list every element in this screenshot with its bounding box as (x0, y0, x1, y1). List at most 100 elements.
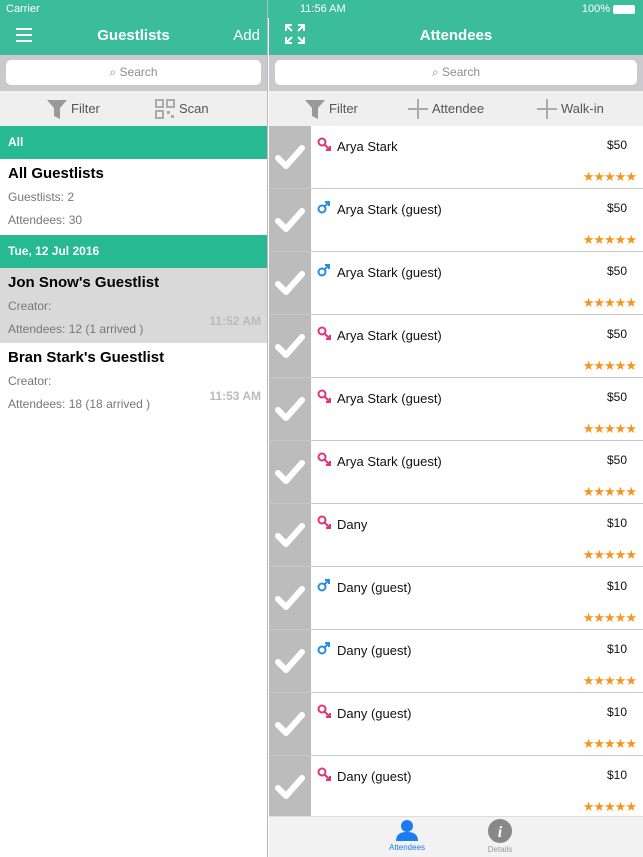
checkmark-icon (275, 712, 305, 736)
rating-stars: ★★★★★ (582, 169, 637, 184)
check-in-toggle[interactable] (269, 693, 311, 755)
female-gender-icon (317, 767, 331, 781)
guestlist-item[interactable]: Bran Stark's Guestlist Creator: Attendee… (0, 343, 267, 418)
attendee-name: Arya Stark (guest) (337, 202, 442, 217)
rating-stars: ★★★★★ (582, 358, 637, 373)
tab-bar: Attendees i Details (269, 816, 643, 857)
attendee-row[interactable]: Arya Stark (guest) $50 ★★★★★ (269, 441, 643, 504)
scan-button[interactable]: Scan (155, 98, 209, 119)
attendee-list: Arya Stark $50 ★★★★★ Arya Stark (guest) … (269, 126, 643, 819)
attendee-name: Dany (guest) (337, 643, 412, 658)
add-button[interactable]: Add (233, 27, 260, 44)
filter-button[interactable]: Filter (47, 99, 100, 119)
attendee-row[interactable]: Dany (guest) $10 ★★★★★ (269, 693, 643, 756)
attendee-row[interactable]: Dany (guest) $10 ★★★★★ (269, 756, 643, 819)
attendee-row[interactable]: Dany (guest) $10 ★★★★★ (269, 567, 643, 630)
attendee-name: Dany (guest) (337, 580, 412, 595)
check-in-toggle[interactable] (269, 126, 311, 188)
attendee-price: $10 (606, 516, 627, 530)
right-toolbar: Filter Attendee Walk-in (269, 91, 643, 126)
rating-stars: ★★★★★ (582, 295, 637, 310)
filter-icon (305, 99, 325, 119)
rating-stars: ★★★★★ (582, 736, 637, 751)
attendee-row[interactable]: Dany $10 ★★★★★ (269, 504, 643, 567)
attendee-row[interactable]: Arya Stark $50 ★★★★★ (269, 126, 643, 189)
female-gender-icon (317, 137, 331, 151)
attendee-price: $10 (606, 579, 627, 593)
attendee-name: Dany (guest) (337, 706, 412, 721)
attendee-price: $10 (606, 768, 627, 782)
search-bar: ⌕ Search (0, 55, 267, 91)
attendee-name: Arya Stark (guest) (337, 454, 442, 469)
checkmark-icon (275, 586, 305, 610)
page-title: Guestlists (97, 27, 170, 44)
check-in-toggle[interactable] (269, 504, 311, 566)
add-attendee-button[interactable]: Attendee (408, 98, 484, 119)
filter-button[interactable]: Filter (305, 99, 358, 119)
section-header: Tue, 12 Jul 2016 (0, 235, 267, 268)
checkmark-icon (275, 460, 305, 484)
check-in-toggle[interactable] (269, 189, 311, 251)
plus-icon (537, 98, 557, 119)
tab-attendees[interactable]: Attendees (389, 819, 425, 852)
checkmark-icon (275, 397, 305, 421)
attendee-price: $50 (606, 264, 627, 278)
rating-stars: ★★★★★ (582, 421, 637, 436)
check-in-toggle[interactable] (269, 252, 311, 314)
check-in-toggle[interactable] (269, 756, 311, 818)
search-input[interactable]: ⌕ Search (6, 60, 261, 85)
check-in-toggle[interactable] (269, 441, 311, 503)
attendee-price: $50 (606, 453, 627, 467)
attendee-price: $50 (606, 327, 627, 341)
page-title: Attendees (419, 27, 493, 44)
guestlist-list: All All Guestlists Guestlists: 2 Attende… (0, 126, 267, 418)
female-gender-icon (317, 704, 331, 718)
plus-icon (408, 98, 428, 119)
male-gender-icon (317, 579, 330, 592)
attendee-row[interactable]: Arya Stark (guest) $50 ★★★★★ (269, 315, 643, 378)
male-gender-icon (317, 264, 330, 277)
checkmark-icon (275, 523, 305, 547)
rating-stars: ★★★★★ (582, 484, 637, 499)
rating-stars: ★★★★★ (582, 610, 637, 625)
attendee-row[interactable]: Arya Stark (guest) $50 ★★★★★ (269, 189, 643, 252)
attendee-price: $50 (606, 138, 627, 152)
timestamp: 11:52 AM (209, 314, 261, 328)
attendees-navbar: Attendees (269, 18, 643, 55)
info-icon: i (488, 819, 512, 843)
guestlist-item-selected[interactable]: Jon Snow's Guestlist Creator: Attendees:… (0, 268, 267, 343)
attendee-name: Arya Stark (guest) (337, 328, 442, 343)
search-bar: ⌕ Search (269, 55, 643, 91)
checkmark-icon (275, 775, 305, 799)
guestlists-panel: Guestlists Add ⌕ Search Filter Scan All … (0, 0, 268, 857)
female-gender-icon (317, 326, 331, 340)
check-in-toggle[interactable] (269, 315, 311, 377)
guestlists-navbar: Guestlists Add (0, 18, 267, 55)
attendee-row[interactable]: Dany (guest) $10 ★★★★★ (269, 630, 643, 693)
walk-in-button[interactable]: Walk-in (537, 98, 604, 119)
check-in-toggle[interactable] (269, 567, 311, 629)
attendee-name: Arya Stark (guest) (337, 391, 442, 406)
attendees-panel: Attendees ⌕ Search Filter Attendee Walk-… (269, 0, 643, 857)
search-input[interactable]: ⌕ Search (275, 60, 637, 85)
tab-details[interactable]: i Details (487, 819, 513, 854)
checkmark-icon (275, 334, 305, 358)
svg-text:i: i (498, 824, 503, 841)
check-in-toggle[interactable] (269, 378, 311, 440)
attendee-price: $50 (606, 201, 627, 215)
attendee-price: $10 (606, 705, 627, 719)
attendee-row[interactable]: Arya Stark (guest) $50 ★★★★★ (269, 252, 643, 315)
attendee-price: $50 (606, 390, 627, 404)
attendee-name: Dany (guest) (337, 769, 412, 784)
checkmark-icon (275, 649, 305, 673)
guestlist-item[interactable]: All Guestlists Guestlists: 2 Attendees: … (0, 159, 267, 235)
attendee-name: Dany (337, 517, 368, 532)
female-gender-icon (317, 452, 331, 466)
male-gender-icon (317, 201, 330, 214)
female-gender-icon (317, 515, 331, 529)
check-in-toggle[interactable] (269, 630, 311, 692)
attendee-price: $10 (606, 642, 627, 656)
qr-code-icon (155, 98, 175, 119)
attendee-row[interactable]: Arya Stark (guest) $50 ★★★★★ (269, 378, 643, 441)
rating-stars: ★★★★★ (582, 799, 637, 814)
